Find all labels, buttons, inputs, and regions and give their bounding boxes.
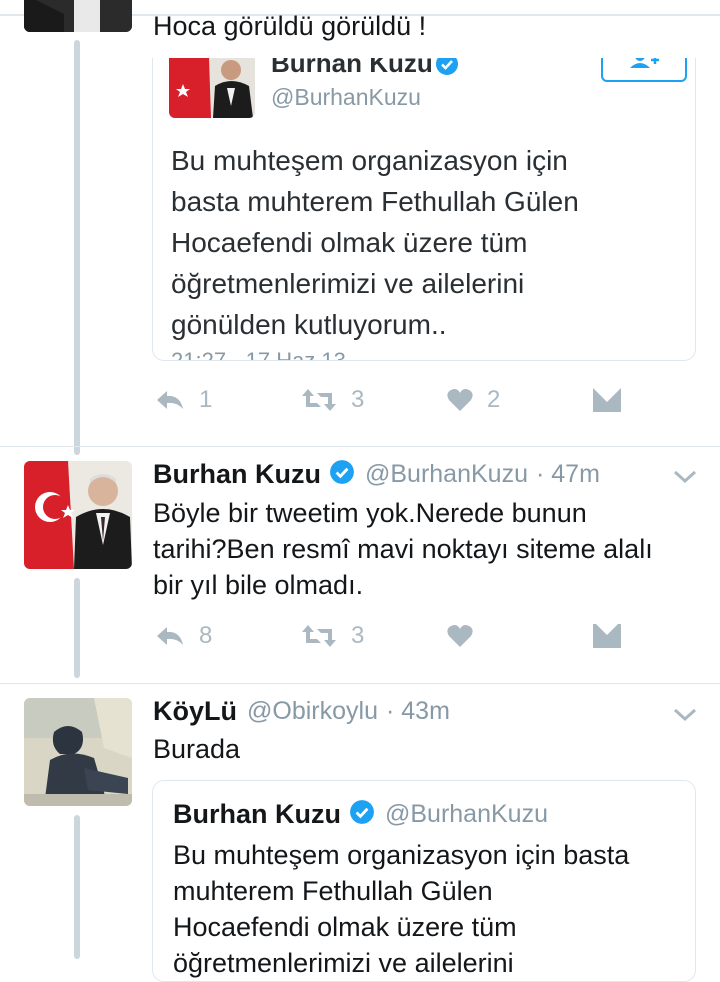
- verified-badge-icon: [435, 58, 459, 81]
- verified-badge-icon: [329, 459, 355, 490]
- quoted-tweet-text: Bu muhteşem organizasyon için basta muht…: [173, 837, 629, 981]
- avatar[interactable]: [24, 698, 132, 806]
- tweet-header: KöyLü @Obirkoylu · 43m: [153, 693, 450, 729]
- like-button[interactable]: [447, 620, 487, 652]
- tweet-text: Böyle bir tweetim yok.Nerede bunun tarih…: [153, 495, 653, 603]
- direct-message-button[interactable]: [592, 384, 622, 416]
- tweet-text: Hoca görüldü görüldü !: [153, 11, 427, 41]
- reply-button[interactable]: 8: [155, 620, 212, 652]
- tweet-divider: [0, 446, 720, 447]
- tweet-divider: [0, 683, 720, 684]
- quoted-tweet[interactable]: Burhan Kuzu @BurhanKuzu Bu muhteşem orga…: [152, 780, 696, 982]
- avatar[interactable]: [24, 461, 132, 569]
- quoted-author-name: Burhan Kuzu: [173, 799, 341, 829]
- verified-badge-icon: [349, 799, 375, 830]
- text-line: bir yıl bile olmadı.: [153, 570, 364, 600]
- reply-count: 8: [199, 622, 213, 649]
- quoted-author-name: Burhan Kuzu: [271, 58, 433, 78]
- avatar: [169, 58, 255, 118]
- text-line: Hocaefendi olmak üzere tüm: [173, 912, 517, 942]
- reply-icon: [155, 389, 185, 411]
- text-line: muhterem Fethullah Gülen: [173, 876, 493, 906]
- tweet-time[interactable]: · 47m: [536, 460, 600, 489]
- follow-button[interactable]: [601, 58, 687, 82]
- retweet-button[interactable]: 3: [301, 384, 364, 416]
- quoted-timestamp: 21:27 - 17 Haz 13: [171, 348, 346, 361]
- tweet-actions: 8 3: [155, 620, 625, 652]
- thread-line-3: [74, 815, 80, 959]
- chevron-down-icon[interactable]: [672, 706, 698, 729]
- direct-message-icon: [592, 623, 622, 649]
- retweet-icon: [301, 623, 337, 649]
- heart-icon: [447, 624, 473, 648]
- author-handle[interactable]: @Obirkoylu: [247, 697, 378, 726]
- retweet-count: 3: [351, 386, 365, 413]
- like-count: 2: [487, 386, 501, 413]
- text-line: Böyle bir tweetim yok.Nerede bunun: [153, 498, 587, 528]
- heart-icon: [447, 388, 473, 412]
- chevron-down-icon[interactable]: [672, 468, 698, 491]
- text-line: Bu muhteşem organizasyon için basta: [173, 840, 630, 870]
- tweet-text: Burada: [153, 734, 241, 764]
- reply-count: 1: [199, 386, 213, 413]
- retweet-icon: [301, 387, 337, 413]
- retweet-button[interactable]: 3: [301, 620, 364, 652]
- retweet-count: 3: [351, 622, 365, 649]
- thread-line-2: [74, 578, 80, 678]
- text-line: basta muhterem Fethullah Gülen: [171, 186, 579, 217]
- quoted-screenshot[interactable]: Burhan Kuzu @BurhanKuzu Bu muhteşem orga…: [152, 58, 696, 361]
- follow-button-icon: [627, 58, 661, 77]
- text-line: gönülden kutluyorum..: [171, 309, 447, 340]
- quoted-tweet-header: Burhan Kuzu @BurhanKuzu: [173, 799, 548, 830]
- text-line: Bu muhteşem organizasyon için: [171, 145, 568, 176]
- tweet-header: Burhan Kuzu @BurhanKuzu · 47m: [153, 456, 600, 492]
- author-name[interactable]: Burhan Kuzu: [153, 459, 321, 490]
- quoted-author-handle: @BurhanKuzu: [385, 800, 548, 828]
- quoted-author-handle: @BurhanKuzu: [271, 84, 421, 110]
- author-handle[interactable]: @BurhanKuzu: [365, 460, 528, 489]
- reply-button[interactable]: 1: [155, 384, 212, 416]
- thread-line-1: [74, 40, 80, 455]
- text-line: Hocaefendi olmak üzere tüm: [171, 227, 528, 258]
- text-line: tarihi?Ben resmî mavi noktayı siteme ala…: [153, 534, 653, 564]
- direct-message-button[interactable]: [592, 620, 622, 652]
- avatar[interactable]: [24, 0, 132, 32]
- reply-icon: [155, 625, 185, 647]
- text-line: öğretmenlerimizi ve ailelerini: [171, 268, 525, 299]
- like-button[interactable]: 2: [447, 384, 500, 416]
- tweet-actions: 1 3 2: [155, 384, 625, 416]
- direct-message-icon: [592, 387, 622, 413]
- tweet-time[interactable]: · 43m: [386, 697, 450, 726]
- text-line: öğretmenlerimizi ve ailelerini: [173, 948, 514, 978]
- quoted-tweet-text: Bu muhteşem organizasyon için basta muht…: [171, 140, 579, 345]
- author-name[interactable]: KöyLü: [153, 696, 237, 727]
